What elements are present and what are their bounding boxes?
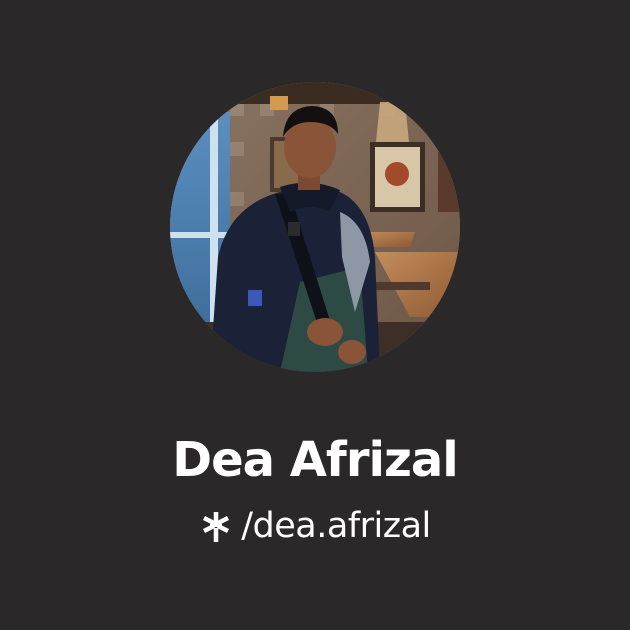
profile-handle-row[interactable]: /dea.afrizal xyxy=(0,504,630,548)
profile-name: Dea Afrizal xyxy=(172,432,458,488)
profile-page: Dea Afrizal /dea.afrizal xyxy=(0,0,630,630)
profile-handle[interactable]: /dea.afrizal xyxy=(241,504,431,548)
linktree-asterisk-icon xyxy=(199,509,233,543)
profile-photo xyxy=(170,82,460,372)
avatar[interactable] xyxy=(170,82,460,372)
